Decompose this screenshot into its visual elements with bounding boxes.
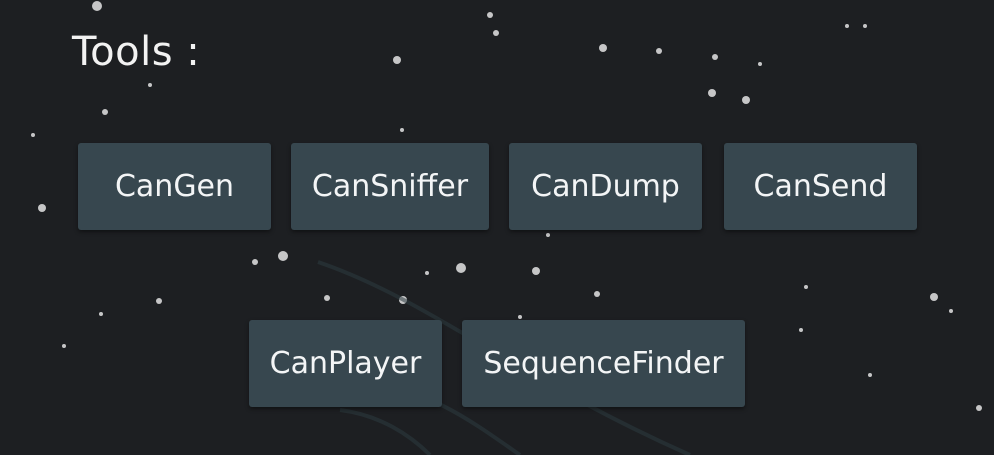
cansniffer-button[interactable]: CanSniffer — [291, 143, 489, 230]
tools-row-2: CanPlayer SequenceFinder — [249, 320, 745, 407]
cangen-button[interactable]: CanGen — [78, 143, 271, 230]
sequencefinder-button[interactable]: SequenceFinder — [462, 320, 745, 407]
canplayer-button[interactable]: CanPlayer — [249, 320, 442, 407]
cansend-button[interactable]: CanSend — [724, 143, 917, 230]
page-title: Tools : — [72, 29, 201, 75]
candump-button[interactable]: CanDump — [509, 143, 702, 230]
tools-row-1: CanGen CanSniffer CanDump CanSend — [78, 143, 917, 230]
